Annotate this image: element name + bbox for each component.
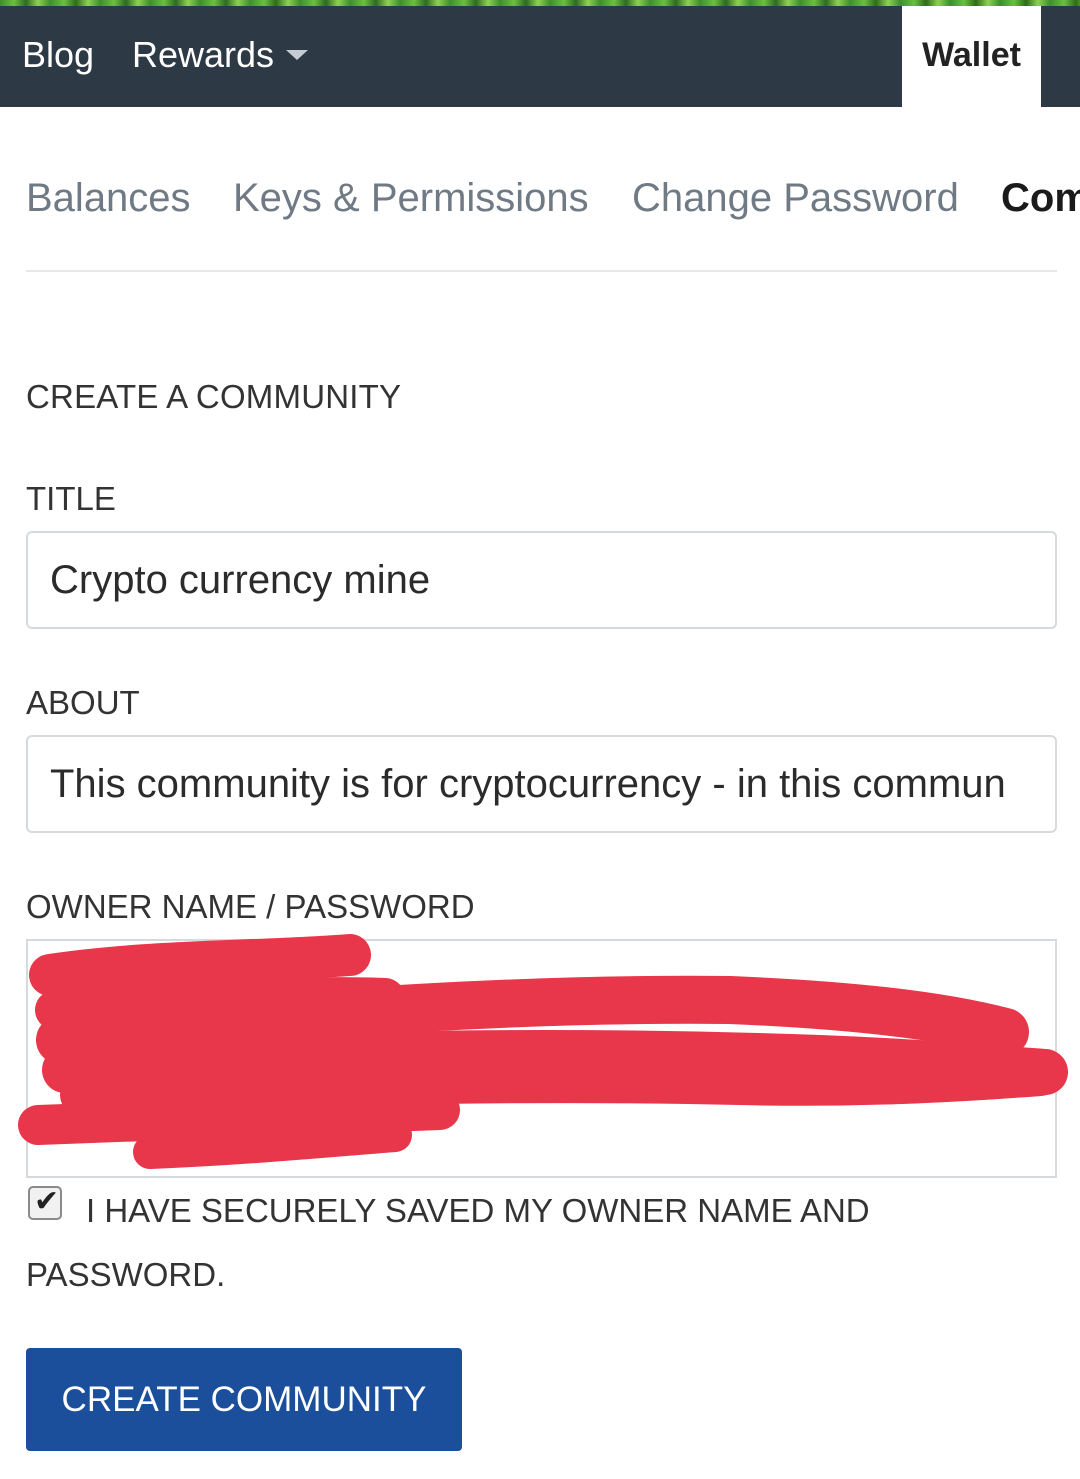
title-label: TITLE [26,480,116,517]
tab-balances[interactable]: Balances [26,170,191,226]
chevron-down-icon [286,50,309,61]
about-label: ABOUT [26,684,140,721]
nav-rewards-dropdown[interactable]: Rewards [132,6,309,107]
page-title: CREATE A COMMUNITY [26,378,402,415]
checkbox-label: I HAVE SECURELY SAVED MY OWNER NAME AND [86,1192,870,1229]
checkbox-label-continued: PASSWORD. [26,1256,226,1293]
owner-credentials-label: OWNER NAME / PASSWORD [26,888,475,925]
top-navbar: Blog Rewards Wallet [0,6,1080,107]
owner-credentials-field[interactable] [26,939,1057,1178]
wallet-subnav: Balances Keys & Permissions Change Passw… [26,170,1080,230]
tab-change-password[interactable]: Change Password [632,170,959,226]
create-community-button[interactable]: CREATE COMMUNITY [26,1348,462,1451]
tab-community[interactable]: Com [1001,170,1080,226]
subnav-divider [26,270,1057,272]
nav-wallet-tab[interactable]: Wallet [902,6,1041,107]
navbar-edge [1041,6,1080,107]
about-input[interactable]: This community is for cryptocurrency - i… [26,735,1057,833]
saved-credentials-checkbox[interactable]: ✔ [28,1185,62,1220]
title-input[interactable]: Crypto currency mine [26,531,1057,629]
nav-blog[interactable]: Blog [22,6,94,107]
nav-rewards-label: Rewards [132,34,275,75]
tab-keys-permissions[interactable]: Keys & Permissions [233,170,589,226]
checkmark-icon: ✔ [34,1185,60,1218]
